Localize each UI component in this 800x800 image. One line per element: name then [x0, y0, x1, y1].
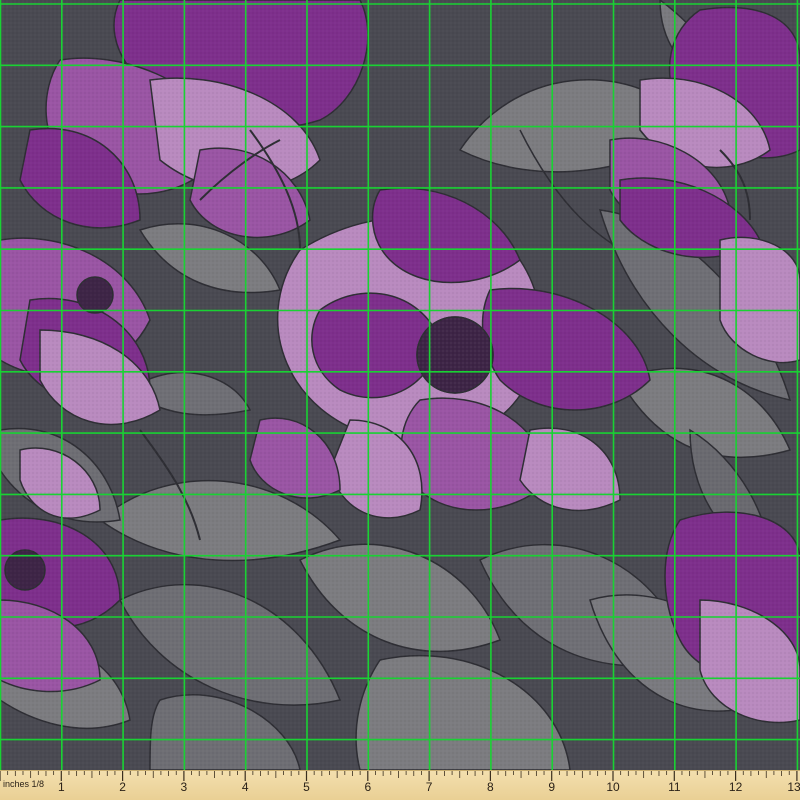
ruler-number: 11: [668, 780, 681, 794]
inch-ruler: inches 1/8 1 2 3 4 5 6 7 8 9 10 11 12 13: [0, 770, 800, 800]
ruler-number: 1: [57, 780, 65, 794]
ruler-number: 7: [425, 780, 433, 794]
ruler-number: 8: [487, 780, 494, 794]
ruler-number: 4: [241, 780, 249, 794]
ruler-number: 12: [728, 780, 743, 794]
ruler-unit-label: inches 1/8: [3, 779, 45, 789]
ruler-number: 3: [180, 780, 188, 794]
ruler-number: 9: [548, 780, 556, 794]
fabric-swatch: inches 1/8 1 2 3 4 5 6 7 8 9 10 11 12 13: [0, 0, 800, 800]
ruler-number: 13: [787, 780, 800, 794]
ruler-number: 5: [303, 780, 310, 794]
ruler-number: 10: [606, 780, 620, 794]
floral-pattern: [0, 0, 800, 770]
ruler-number: 2: [119, 780, 126, 794]
ruler-number: 6: [364, 780, 372, 794]
